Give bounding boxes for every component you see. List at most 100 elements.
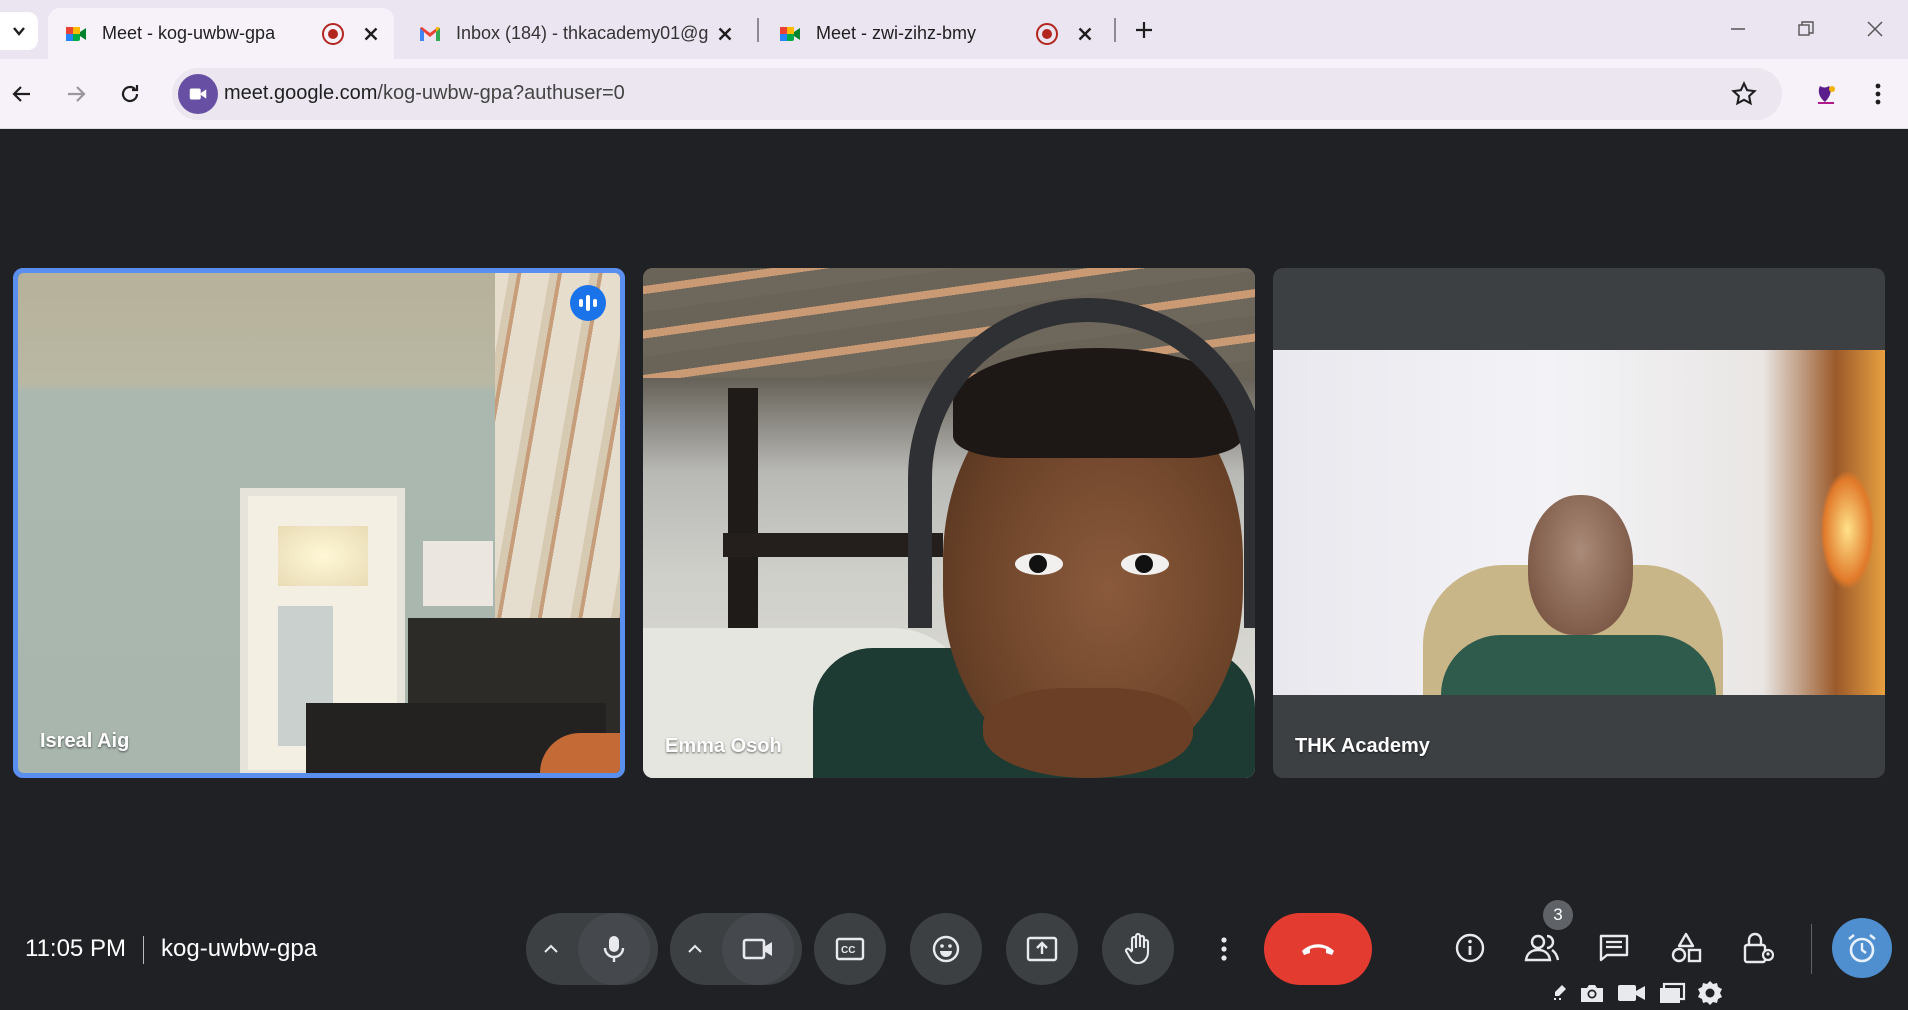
video-feed	[18, 273, 620, 773]
tab-strip: Meet - kog-uwbw-gpa Inbox (184) - thkaca…	[0, 0, 1908, 59]
window-icon[interactable]	[1658, 982, 1686, 1004]
reload-button[interactable]	[112, 76, 148, 112]
microphone-control	[526, 913, 658, 985]
audio-options-button[interactable]	[526, 913, 576, 985]
video-feed	[643, 268, 1255, 778]
gmail-favicon	[420, 26, 440, 41]
participant-tile-emma-osoh[interactable]: Emma Osoh	[643, 268, 1255, 778]
tab-gmail[interactable]: Inbox (184) - thkacademy01@g	[402, 8, 748, 59]
profile-icon	[1818, 86, 1835, 104]
pen-icon[interactable]	[1552, 983, 1568, 1003]
info-icon	[1455, 933, 1485, 963]
meet-controls-bar: 11:05 PM kog-uwbw-gpa CC 3	[0, 900, 1908, 1010]
site-info-icon[interactable]	[178, 74, 218, 114]
participant-name: Emma Osoh	[665, 735, 782, 757]
meeting-code: kog-uwbw-gpa	[161, 935, 318, 962]
screenshot-camera-icon[interactable]	[1578, 982, 1606, 1004]
record-icon	[322, 22, 344, 45]
tab-title: Meet - zwi-zihz-bmy	[816, 23, 977, 43]
tab-separator	[757, 18, 759, 42]
svg-text:CC: CC	[841, 945, 855, 956]
present-button[interactable]	[1006, 913, 1078, 985]
activities-icon	[1671, 932, 1702, 963]
address-bar[interactable]: meet.google.com/kog-uwbw-gpa?authuser=0	[172, 68, 1782, 120]
participant-tile-thk-academy[interactable]: THK Academy	[1273, 268, 1885, 778]
browser-menu-button[interactable]	[1860, 76, 1896, 112]
divider	[1811, 924, 1812, 974]
chevron-up-icon	[688, 944, 702, 953]
chat-icon	[1599, 934, 1629, 962]
restore-icon	[1798, 21, 1814, 36]
tab-meet-active[interactable]: Meet - kog-uwbw-gpa	[48, 8, 394, 59]
participant-tile-isreal-aig[interactable]: Isreal Aig	[13, 268, 625, 778]
tab-list-icon	[13, 27, 25, 36]
activities-button[interactable]	[1656, 918, 1716, 978]
url-text[interactable]: meet.google.com/kog-uwbw-gpa?authuser=0	[224, 82, 625, 105]
leave-call-button[interactable]	[1264, 913, 1372, 985]
end-call-icon	[1302, 944, 1334, 955]
minimize-icon	[1731, 28, 1745, 30]
new-tab-button[interactable]	[1128, 14, 1160, 46]
back-icon	[12, 86, 30, 102]
tab-list-button[interactable]	[0, 12, 38, 50]
back-button[interactable]	[4, 76, 40, 112]
camera-control	[670, 913, 802, 985]
divider	[143, 936, 144, 964]
restore-button[interactable]	[1786, 10, 1826, 48]
close-icon[interactable]	[1074, 23, 1096, 45]
reload-icon	[121, 85, 139, 103]
profile-button[interactable]	[1808, 76, 1844, 112]
captions-button[interactable]: CC	[814, 913, 886, 985]
chevron-up-icon	[544, 944, 558, 953]
meeting-details-button[interactable]	[1440, 918, 1500, 978]
more-options-button[interactable]	[1198, 913, 1250, 985]
timer-extension-button[interactable]	[1832, 918, 1892, 978]
browser-toolbar: meet.google.com/kog-uwbw-gpa?authuser=0	[0, 59, 1908, 129]
tab-meet-2[interactable]: Meet - zwi-zihz-bmy	[762, 8, 1108, 59]
speaking-indicator-icon	[570, 285, 606, 321]
video-record-icon[interactable]	[1616, 982, 1648, 1004]
present-icon	[1026, 936, 1058, 962]
video-feed	[1273, 350, 1885, 695]
host-controls-button[interactable]	[1728, 918, 1788, 978]
url-host: meet.google.com	[224, 82, 378, 104]
tab-title: Meet - kog-uwbw-gpa	[102, 23, 276, 43]
star-icon[interactable]	[1730, 80, 1758, 108]
close-icon[interactable]	[714, 23, 736, 45]
record-icon	[1036, 22, 1058, 45]
camera-icon	[742, 938, 772, 960]
extension-tray	[1552, 979, 1724, 1007]
camera-button[interactable]	[722, 913, 794, 985]
participant-name: Isreal Aig	[40, 730, 130, 752]
meeting-clock: 11:05 PM	[25, 935, 126, 962]
meet-favicon	[780, 26, 800, 41]
microphone-button[interactable]	[578, 913, 650, 985]
raise-hand-button[interactable]	[1102, 913, 1174, 985]
emoji-button[interactable]	[910, 913, 982, 985]
forward-button[interactable]	[58, 76, 94, 112]
close-icon	[1867, 21, 1883, 37]
close-window-button[interactable]	[1855, 10, 1895, 48]
participant-name: THK Academy	[1295, 735, 1430, 757]
tab-separator	[1114, 18, 1116, 42]
raise-hand-icon	[1124, 933, 1150, 965]
minimize-button[interactable]	[1718, 10, 1758, 48]
close-icon[interactable]	[360, 23, 382, 45]
plus-icon	[1136, 22, 1152, 38]
more-vert-icon	[1221, 937, 1227, 961]
people-icon	[1524, 934, 1560, 962]
tab-title: Inbox (184) - thkacademy01@g	[456, 23, 709, 43]
emoji-icon	[932, 935, 960, 963]
settings-icon[interactable]	[1696, 979, 1724, 1007]
chat-button[interactable]	[1584, 918, 1644, 978]
captions-icon: CC	[835, 937, 865, 961]
meet-favicon	[66, 26, 86, 41]
people-count-badge: 3	[1543, 900, 1573, 930]
url-path: /kog-uwbw-gpa?authuser=0	[377, 82, 625, 104]
meet-stage: Isreal Aig Emma Osoh THK Academy	[0, 130, 1908, 1010]
alarm-icon	[1848, 933, 1876, 963]
video-options-button[interactable]	[670, 913, 720, 985]
forward-icon	[68, 86, 86, 102]
host-controls-icon	[1743, 932, 1774, 964]
more-vert-icon	[1875, 83, 1881, 105]
